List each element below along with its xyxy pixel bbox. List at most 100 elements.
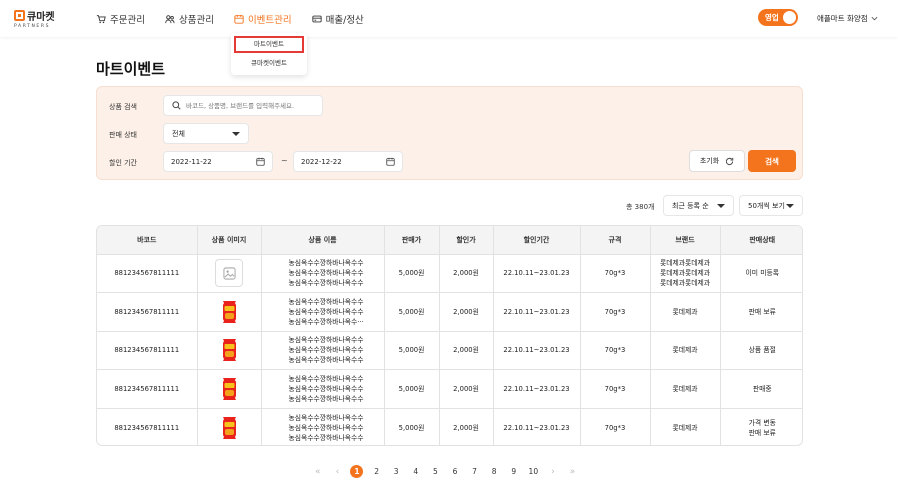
table-row[interactable]: 881234567811111 농심옥수수깡하바나옥수수 농심옥수수깡하바나옥수… xyxy=(97,254,802,293)
brand-cell: 롯데제과 xyxy=(650,369,721,409)
prev-page-button[interactable]: ‹ xyxy=(328,465,348,479)
logo-text: 큐마켓 xyxy=(27,12,55,23)
nav-item-orders[interactable]: 주문관리 xyxy=(96,12,145,26)
chevron-down-icon xyxy=(871,16,878,21)
sort-select[interactable]: 최근 등록 순 xyxy=(663,195,734,216)
sale-status-label: 판매 상태 xyxy=(109,131,137,139)
store-name: 애플마트 화양점 xyxy=(817,14,868,23)
business-toggle[interactable]: 영업 xyxy=(758,9,798,26)
per-page-value: 50개씩 보기 xyxy=(748,201,785,210)
search-input[interactable] xyxy=(186,101,316,110)
status-cell: 판매중 xyxy=(720,369,802,409)
toggle-label: 영업 xyxy=(765,13,779,22)
product-image xyxy=(222,377,236,400)
price-cell: 5,000원 xyxy=(384,369,440,409)
menu-item-qmarket-event[interactable]: 큐마켓이벤트 xyxy=(234,55,304,72)
spec-cell: 70g*3 xyxy=(580,292,651,332)
nav-item-label: 상품관리 xyxy=(178,15,214,26)
date-to-field[interactable]: 2022-12-22 xyxy=(293,151,403,172)
spec-cell: 70g*3 xyxy=(580,331,651,370)
store-selector[interactable]: 애플마트 화양점 xyxy=(817,13,878,24)
column-header[interactable]: 판매가 xyxy=(384,226,440,255)
nav-item-sales[interactable]: 매출/정산 xyxy=(312,12,364,26)
column-header[interactable]: 브랜드 xyxy=(650,226,721,255)
period-cell: 22.10.11~23.01.23 xyxy=(493,369,581,409)
product-name-cell: 농심옥수수깡하바나옥수수 농심옥수수깡하바나옥수수 농심옥수수깡하바나옥수수 xyxy=(261,408,385,445)
caret-down-icon xyxy=(717,203,725,208)
table-row[interactable]: 881234567811111 농심옥수수깡하바나옥수수 농심옥수수깡하바나옥수… xyxy=(97,331,802,370)
period-cell: 22.10.11~23.01.23 xyxy=(493,408,581,445)
reset-button[interactable]: 초기화 xyxy=(689,150,745,172)
spec-cell: 70g*3 xyxy=(580,254,651,293)
page-button[interactable]: 6 xyxy=(445,465,465,479)
last-page-button[interactable]: » xyxy=(563,465,583,479)
page-button[interactable]: 2 xyxy=(367,465,387,479)
top-bar: 큐마켓 PARTNERS 주문관리 상품관리 이벤트관리 매출/정산 영업 애플… xyxy=(0,0,898,37)
image-cell xyxy=(197,408,262,445)
column-header[interactable]: 판매상태 xyxy=(720,226,802,255)
page-button[interactable]: 7 xyxy=(465,465,485,479)
price-cell: 5,000원 xyxy=(384,331,440,370)
period-cell: 22.10.11~23.01.23 xyxy=(493,292,581,332)
cart-icon xyxy=(96,15,106,24)
page-button[interactable]: 10 xyxy=(524,465,544,479)
period-cell: 22.10.11~23.01.23 xyxy=(493,254,581,293)
next-page-button[interactable]: › xyxy=(543,465,563,479)
product-name-cell: 농심옥수수깡하바나옥수수 농심옥수수깡하바나옥수수 농심옥수수깡하바나옥수··· xyxy=(261,292,385,332)
search-button[interactable]: 검색 xyxy=(748,150,796,172)
date-from-field[interactable]: 2022-11-22 xyxy=(163,151,273,172)
first-page-button[interactable]: « xyxy=(308,465,328,479)
calendar-icon xyxy=(386,157,395,166)
product-name-cell: 농심옥수수깡하바나옥수수 농심옥수수깡하바나옥수수 농심옥수수깡하바나옥수수 xyxy=(261,331,385,370)
table-row[interactable]: 881234567811111 농심옥수수깡하바나옥수수 농심옥수수깡하바나옥수… xyxy=(97,369,802,409)
barcode-cell: 881234567811111 xyxy=(97,292,198,332)
column-header[interactable]: 바코드 xyxy=(97,226,198,255)
brand-cell: 롯데제과 xyxy=(650,408,721,445)
page-button[interactable]: 5 xyxy=(426,465,446,479)
price-cell: 5,000원 xyxy=(384,292,440,332)
pagination: « ‹ 1 2 3 4 5 6 7 8 9 10 › » xyxy=(308,465,582,479)
sale-price-cell: 2,000원 xyxy=(439,408,494,445)
page-button[interactable]: 8 xyxy=(484,465,504,479)
product-name-cell: 농심옥수수깡하바나옥수수 농심옥수수깡하바나옥수수 농심옥수수깡하바나옥수수 xyxy=(261,254,385,293)
image-cell xyxy=(197,369,262,409)
nav-item-label: 주문관리 xyxy=(110,15,145,26)
page-button[interactable]: 3 xyxy=(386,465,406,479)
column-header[interactable]: 할인가 xyxy=(439,226,494,255)
column-header[interactable]: 규격 xyxy=(580,226,651,255)
image-cell xyxy=(197,292,262,332)
spec-cell: 70g*3 xyxy=(580,369,651,409)
table-row[interactable]: 881234567811111 농심옥수수깡하바나옥수수 농심옥수수깡하바나옥수… xyxy=(97,292,802,332)
sale-price-cell: 2,000원 xyxy=(439,292,494,332)
page-button-current[interactable]: 1 xyxy=(347,465,367,479)
column-header[interactable]: 상품 이미지 xyxy=(197,226,262,255)
barcode-cell: 881234567811111 xyxy=(97,331,198,370)
product-image xyxy=(222,300,236,323)
menu-item-mart-event[interactable]: 마트이벤트 xyxy=(234,36,304,53)
product-search-field[interactable] xyxy=(163,95,323,116)
sale-price-cell: 2,000원 xyxy=(439,369,494,409)
column-header[interactable]: 상품 이름 xyxy=(261,226,385,255)
nav-item-products[interactable]: 상품관리 xyxy=(165,12,214,26)
event-dropdown-menu: 마트이벤트 큐마켓이벤트 xyxy=(231,33,307,75)
status-cell: 상품 품절 xyxy=(720,331,802,370)
sale-status-value: 전체 xyxy=(172,129,185,138)
calendar-icon xyxy=(256,157,265,166)
nav-item-label: 이벤트관리 xyxy=(247,15,292,26)
nav-item-events[interactable]: 이벤트관리 xyxy=(234,12,292,26)
event-table: 바코드 상품 이미지 상품 이름 판매가 할인가 할인기간 규격 브랜드 판매상… xyxy=(96,225,803,446)
period-cell: 22.10.11~23.01.23 xyxy=(493,331,581,370)
spec-cell: 70g*3 xyxy=(580,408,651,445)
page-button[interactable]: 9 xyxy=(504,465,524,479)
sale-status-select[interactable]: 전체 xyxy=(163,123,249,144)
table-row[interactable]: 881234567811111 농심옥수수깡하바나옥수수 농심옥수수깡하바나옥수… xyxy=(97,408,802,445)
image-placeholder-icon xyxy=(215,259,243,288)
people-icon xyxy=(165,15,175,24)
page-button[interactable]: 4 xyxy=(406,465,426,479)
total-count: 총 380개 xyxy=(626,203,655,211)
logo-mark-icon xyxy=(14,10,25,21)
column-header[interactable]: 할인기간 xyxy=(493,226,581,255)
logo[interactable]: 큐마켓 PARTNERS xyxy=(14,8,55,29)
per-page-select[interactable]: 50개씩 보기 xyxy=(739,195,803,216)
logo-subtext: PARTNERS xyxy=(14,24,51,29)
